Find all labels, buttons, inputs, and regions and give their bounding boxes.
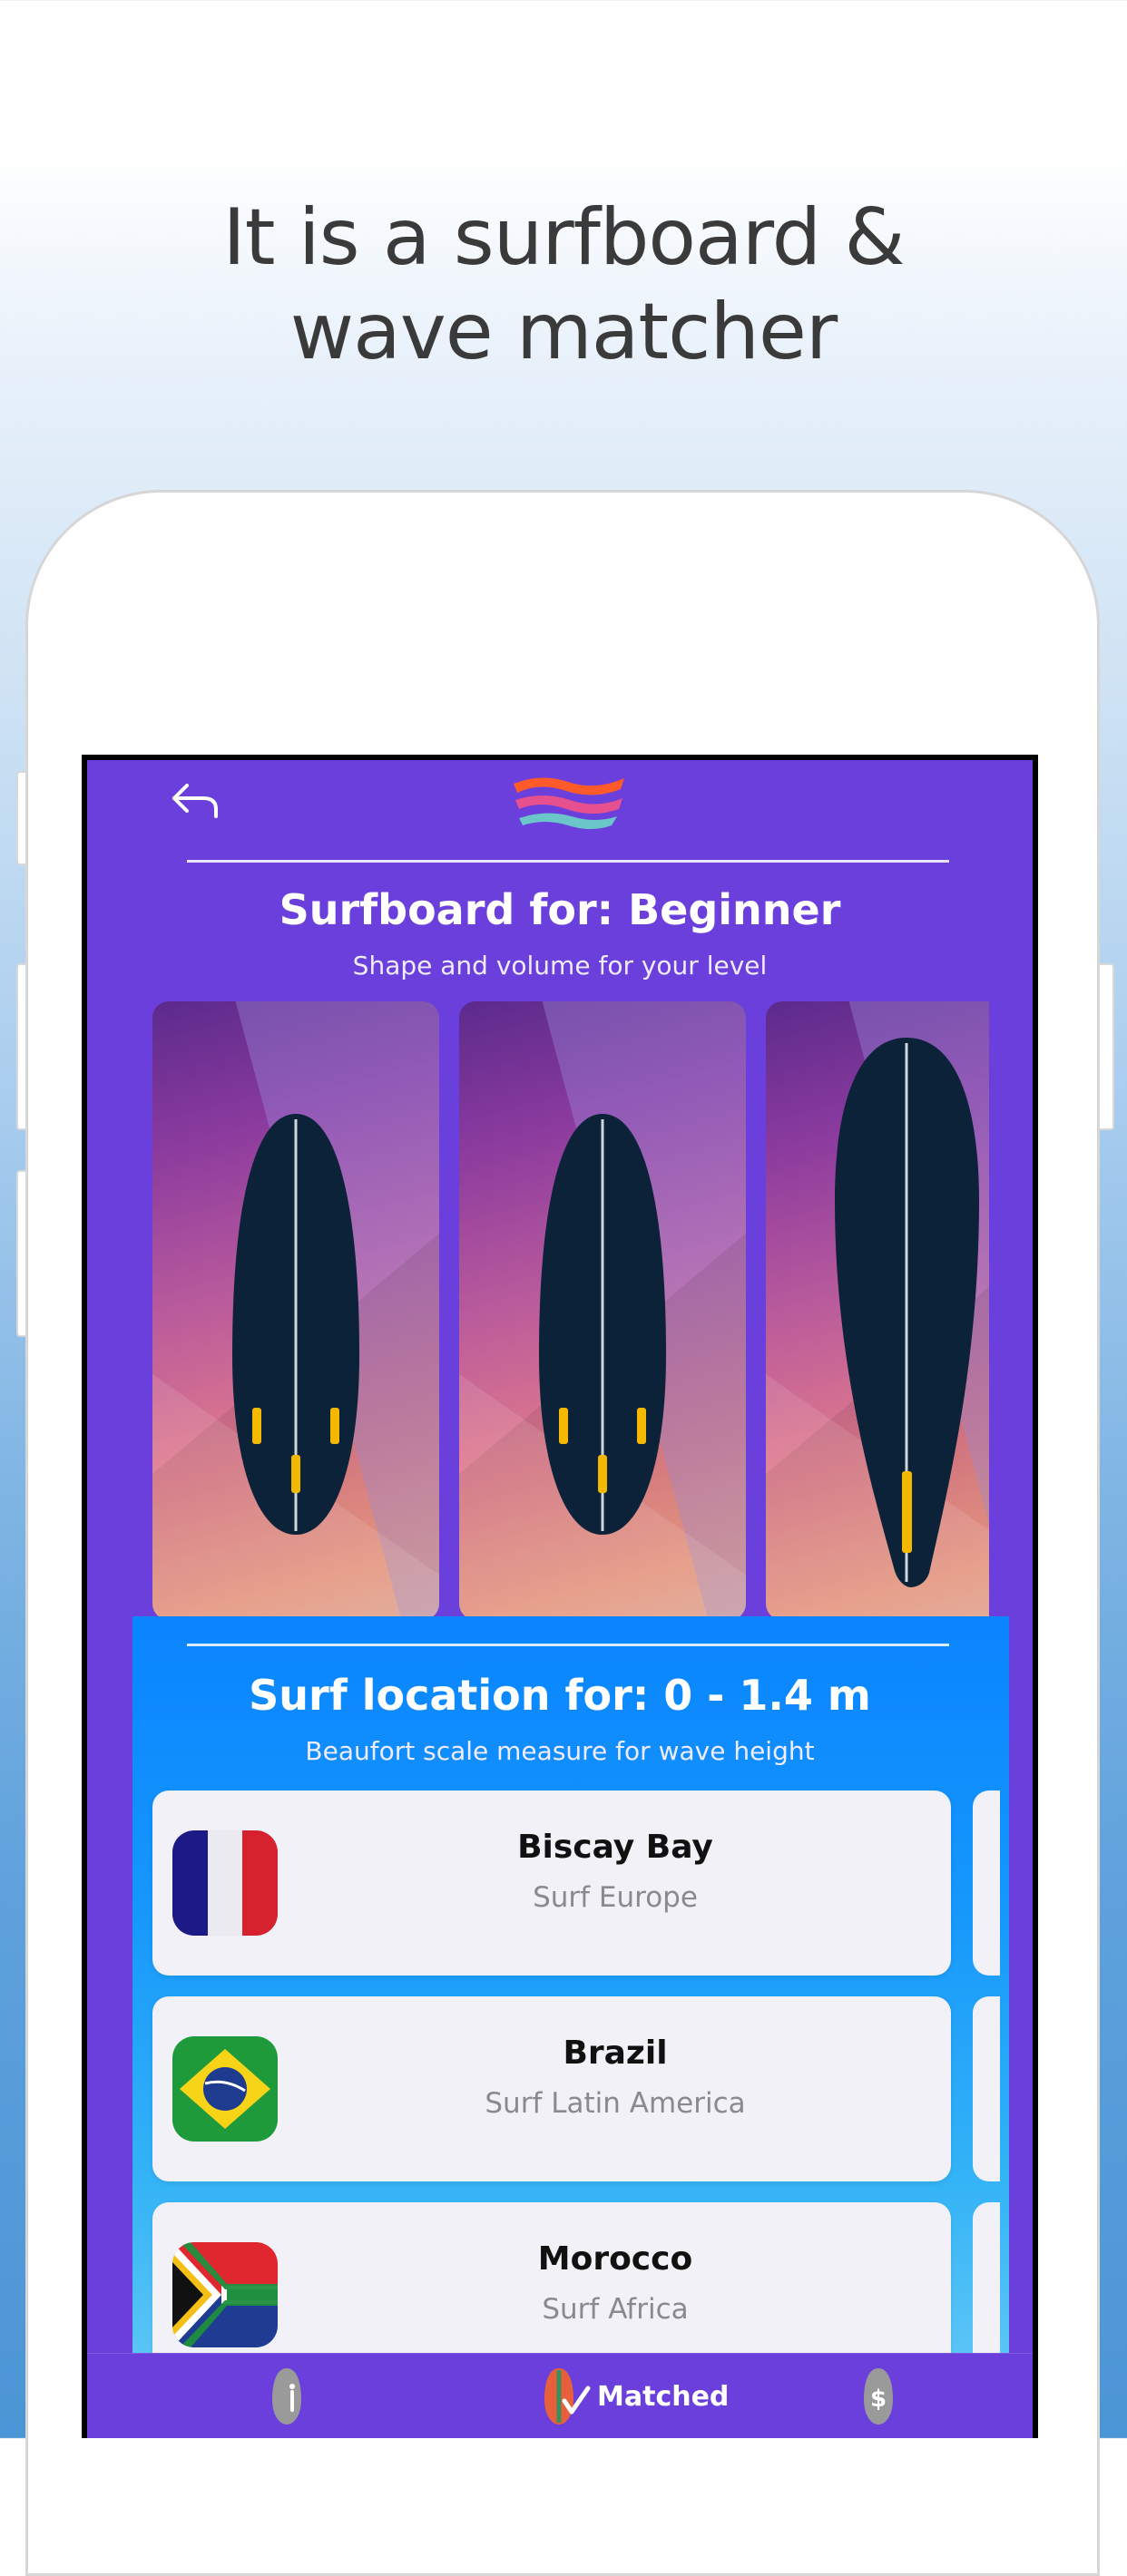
app-screen: Surfboard for: Beginner Shape and volume… xyxy=(87,760,1033,2438)
south-africa-flag-icon xyxy=(172,2242,278,2347)
location-card-biscay-bay[interactable]: Biscay Bay Surf Europe xyxy=(152,1791,951,1976)
tab-matched[interactable]: Matched xyxy=(541,2365,750,2428)
location-card-brazil[interactable]: Brazil Surf Latin America xyxy=(152,1996,951,2181)
surfboard-section-title: Surfboard for: Beginner xyxy=(279,885,841,934)
header-divider xyxy=(187,860,949,863)
location-section-subtitle: Beaufort scale measure for wave height xyxy=(305,1736,815,1766)
surfboard-icon xyxy=(272,2368,301,2425)
tab-surfboard[interactable] xyxy=(269,2365,305,2428)
section-divider xyxy=(187,1644,949,1646)
board-card[interactable] xyxy=(152,1001,439,1620)
wave-logo-icon xyxy=(514,777,624,829)
matched-check-icon xyxy=(544,2368,591,2425)
location-region: Surf Europe xyxy=(533,1881,698,1914)
location-region: Surf Africa xyxy=(542,2293,689,2326)
back-arrow-icon[interactable] xyxy=(171,778,225,824)
location-section-title: Surf location for: 0 - 1.4 m xyxy=(249,1671,871,1720)
headline: It is a surfboard & wave matcher xyxy=(0,190,1127,379)
headline-line-1: It is a surfboard & xyxy=(222,192,905,283)
surfboard-carousel[interactable] xyxy=(152,1001,989,1622)
board-card[interactable] xyxy=(766,1001,989,1620)
longboard-icon xyxy=(835,1038,979,1587)
location-region: Surf Latin America xyxy=(485,2087,746,2120)
surfboard-section-subtitle: Shape and volume for your level xyxy=(352,951,768,981)
tab-matched-label: Matched xyxy=(597,2381,730,2413)
location-name: Biscay Bay xyxy=(517,1829,713,1866)
phone-screen: Surfboard for: Beginner Shape and volume… xyxy=(82,755,1038,2438)
phone-power-button xyxy=(1100,963,1114,1130)
headline-line-2: wave matcher xyxy=(289,287,838,377)
svg-text:$: $ xyxy=(870,2386,887,2413)
tab-bar: Matched $ xyxy=(87,2353,1033,2438)
next-card-peek xyxy=(973,1996,1000,2181)
board-card[interactable] xyxy=(459,1001,746,1620)
surfboard-icon xyxy=(232,1114,359,1535)
dollar-board-icon: $ xyxy=(864,2368,893,2425)
france-flag-icon xyxy=(172,1830,278,1936)
tab-price[interactable]: $ xyxy=(860,2365,897,2428)
location-name: Brazil xyxy=(563,2034,668,2072)
next-card-peek xyxy=(973,1791,1000,1976)
brazil-flag-icon xyxy=(172,2036,278,2142)
location-name: Morocco xyxy=(537,2240,693,2278)
surfboard-icon xyxy=(539,1114,666,1535)
